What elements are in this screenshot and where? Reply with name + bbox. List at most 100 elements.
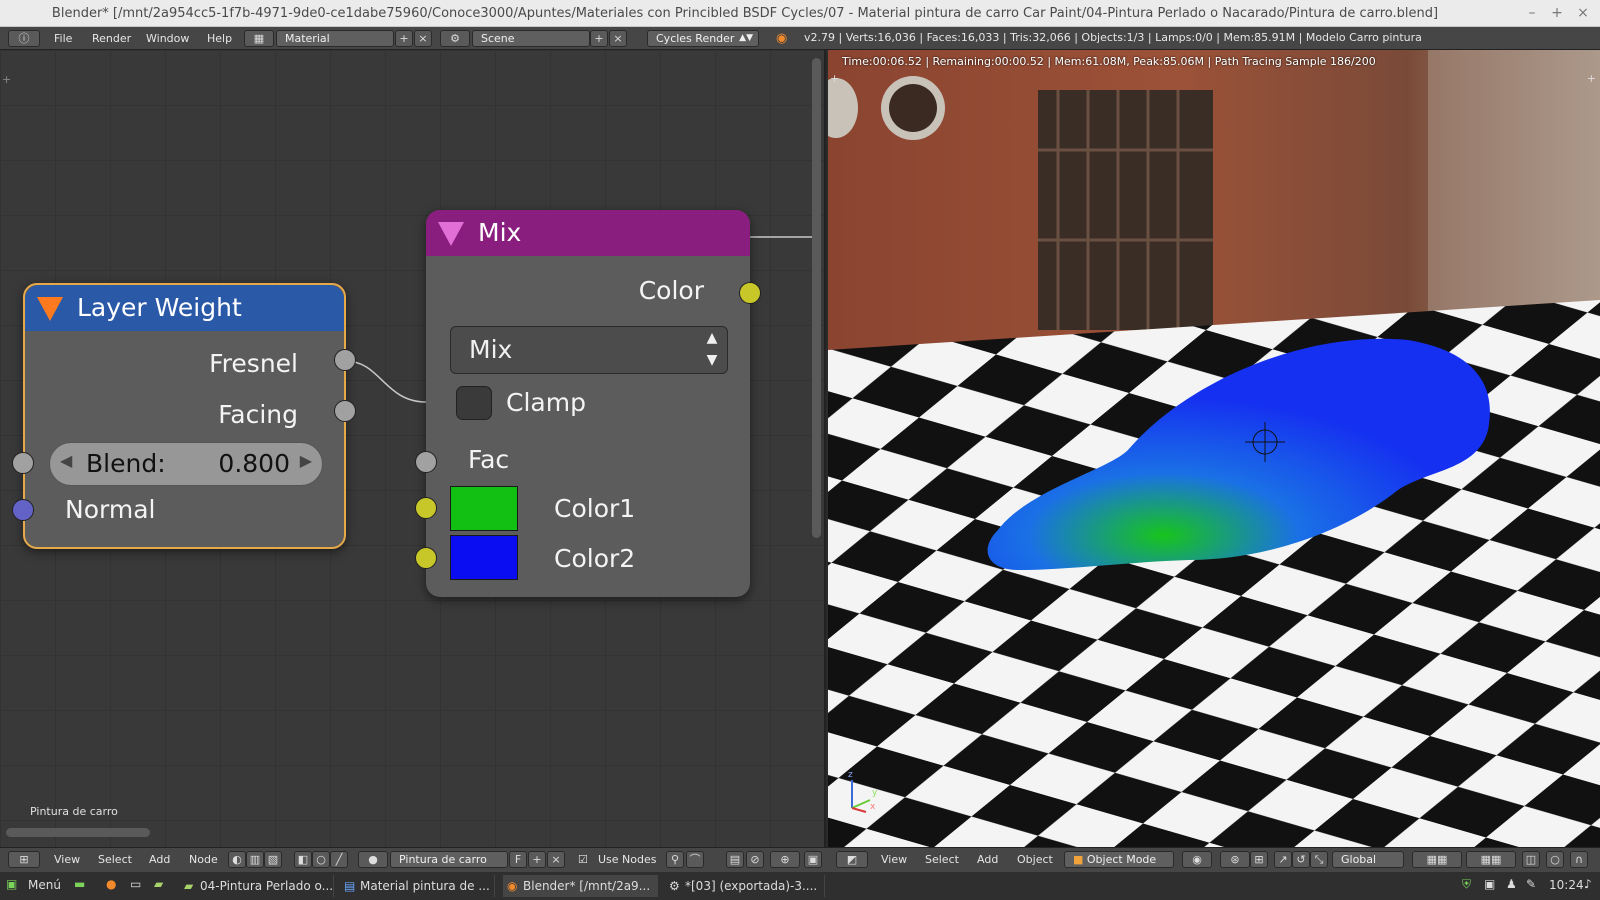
arrow-left-icon[interactable]: ◀ — [60, 451, 72, 470]
mode-select[interactable]: ■ Object Mode — [1064, 851, 1174, 868]
shader-nodes-icon[interactable]: ◐ — [228, 851, 246, 868]
collapse-triangle-icon[interactable] — [438, 222, 464, 246]
texture-nodes-icon[interactable]: ▧ — [264, 851, 282, 868]
task-blender[interactable]: ◉ Blender* [/mnt/2a9... — [503, 875, 658, 897]
rotate-manipulator-icon[interactable]: ↺ — [1292, 851, 1310, 868]
backdrop-icon[interactable]: ⊕ — [770, 851, 800, 868]
user-icon[interactable]: ♟ — [1506, 877, 1517, 891]
menu-render[interactable]: Render — [92, 30, 131, 47]
vertical-scrollbar[interactable] — [812, 58, 821, 538]
delete-screen-icon[interactable]: × — [414, 30, 432, 47]
volume-icon[interactable]: ♪ — [1584, 877, 1592, 891]
region-toggle-icon[interactable]: + — [830, 72, 839, 85]
screen-layout-icon[interactable]: ▦ — [244, 30, 274, 47]
compositing-nodes-icon[interactable]: ▥ — [246, 851, 264, 868]
render-engine-select[interactable]: Cycles Render ▲▼ — [647, 30, 759, 47]
world-shader-icon[interactable]: ○ — [312, 851, 330, 868]
menu-file[interactable]: File — [54, 30, 72, 47]
view3d-menu-view[interactable]: View — [881, 851, 907, 868]
network-icon[interactable]: ▣ — [1484, 877, 1495, 891]
blend-slider[interactable]: ◀ Blend: 0.800 ▶ — [49, 442, 323, 486]
color-output-socket[interactable] — [739, 282, 761, 304]
3d-viewport[interactable]: z y x Time:00:06.52 | Remaining:00:00.52… — [828, 50, 1600, 847]
editor-type-node-icon[interactable]: ⊞ — [8, 851, 40, 868]
fake-user-button[interactable]: F — [509, 851, 527, 868]
horizontal-scrollbar[interactable] — [6, 828, 150, 837]
task-document[interactable]: ▤ Material pintura de ... — [340, 875, 495, 897]
region-toggle-icon[interactable]: + — [2, 73, 11, 86]
translate-manipulator-icon[interactable]: ↗ — [1274, 851, 1292, 868]
node-menu-node[interactable]: Node — [189, 851, 218, 868]
node-editor[interactable]: + Layer Weight Fresnel Facing ◀ Blend: 0… — [0, 50, 826, 847]
fresnel-output-socket[interactable] — [334, 349, 356, 371]
view3d-menu-select[interactable]: Select — [925, 851, 959, 868]
facing-output-socket[interactable] — [334, 400, 356, 422]
maximize-icon[interactable]: + — [1547, 3, 1567, 23]
task-export[interactable]: ⚙ *[03] (exportada)-3.... — [665, 875, 825, 897]
shading-mode-icon[interactable]: ◉ — [1182, 851, 1212, 868]
blend-input-socket[interactable] — [12, 452, 34, 474]
node-menu-view[interactable]: View — [54, 851, 80, 868]
view3d-menu-object[interactable]: Object — [1017, 851, 1053, 868]
add-scene-icon[interactable]: + — [590, 30, 608, 47]
node-menu-add[interactable]: Add — [149, 851, 170, 868]
shield-icon[interactable]: ⛨ — [1462, 877, 1471, 892]
menu-window[interactable]: Window — [146, 30, 189, 47]
manipulator-toggle-icon[interactable]: ⊞ — [1250, 851, 1268, 868]
minimize-icon[interactable]: – — [1522, 3, 1542, 23]
arrow-right-icon[interactable]: ▶ — [300, 451, 312, 470]
object-shader-icon[interactable]: ◧ — [294, 851, 312, 868]
task-folder[interactable]: ▰ 04-Pintura Perlado o... — [180, 875, 334, 897]
snap-target-icon[interactable]: ⌒ — [686, 851, 704, 868]
firefox-icon[interactable]: ● — [106, 877, 116, 891]
mix-header[interactable]: Mix — [426, 210, 750, 256]
scene-field[interactable]: Scene — [472, 30, 590, 47]
unlink-material-icon[interactable]: × — [547, 851, 565, 868]
layers-grid-b[interactable]: ▦▦ — [1466, 851, 1516, 868]
pen-icon[interactable]: ✎ — [1526, 877, 1536, 891]
color2-input-socket[interactable] — [415, 547, 437, 569]
collapse-triangle-icon[interactable] — [37, 297, 63, 321]
pin-icon[interactable]: ▣ — [804, 851, 822, 868]
copy-nodes-icon[interactable]: ▤ — [726, 851, 744, 868]
color2-swatch[interactable] — [450, 535, 518, 580]
layer-weight-header[interactable]: Layer Weight — [25, 285, 344, 331]
render-preview-icon[interactable]: ○ — [1546, 851, 1564, 868]
terminal-icon[interactable]: ▭ — [130, 877, 141, 891]
color1-input-socket[interactable] — [415, 497, 437, 519]
files-icon[interactable]: ▰ — [154, 877, 163, 891]
editor-type-info-icon[interactable]: ⓘ — [8, 30, 40, 47]
region-toggle-icon[interactable]: + — [1587, 72, 1596, 85]
view3d-menu-add[interactable]: Add — [977, 851, 998, 868]
menu-help[interactable]: Help — [207, 30, 232, 47]
material-browse-icon[interactable]: ● — [358, 851, 388, 868]
screen-layout-field[interactable]: Material — [276, 30, 394, 47]
normal-input-socket[interactable] — [12, 499, 34, 521]
layers-grid-a[interactable]: ▦▦ — [1412, 851, 1462, 868]
blend-type-select[interactable]: Mix ▲ ▼ — [450, 326, 728, 374]
fac-input-socket[interactable] — [415, 451, 437, 473]
scene-icon[interactable]: ⚙ — [440, 30, 470, 47]
scale-manipulator-icon[interactable]: ⤡ — [1310, 851, 1328, 868]
pivot-point-icon[interactable]: ⊛ — [1220, 851, 1250, 868]
use-nodes-checkbox-icon[interactable]: ☑ — [578, 851, 588, 868]
lock-layers-icon[interactable]: ◫ — [1522, 851, 1540, 868]
material-field[interactable]: Pintura de carro — [390, 851, 508, 868]
node-menu-select[interactable]: Select — [98, 851, 132, 868]
add-screen-icon[interactable]: + — [395, 30, 413, 47]
delete-scene-icon[interactable]: × — [609, 30, 627, 47]
close-icon[interactable]: × — [1573, 3, 1593, 23]
color1-swatch[interactable] — [450, 486, 518, 531]
mix-node[interactable]: Mix Color Mix ▲ ▼ Clamp Fac Color1 Color2 — [415, 210, 761, 597]
start-menu-label[interactable]: Menú — [28, 878, 61, 892]
linestyle-shader-icon[interactable]: ╱ — [330, 851, 348, 868]
snap-magnet-icon[interactable]: ∩ — [1570, 851, 1588, 868]
orientation-select[interactable]: Global — [1332, 851, 1404, 868]
paste-nodes-icon[interactable]: ⊘ — [746, 851, 764, 868]
mint-menu-icon[interactable]: ▣ — [6, 877, 17, 891]
show-desktop-icon[interactable]: ▬ — [74, 877, 85, 891]
snap-icon[interactable]: ⚲ — [666, 851, 684, 868]
editor-type-3d-icon[interactable]: ◩ — [836, 851, 868, 868]
clamp-checkbox[interactable] — [456, 386, 492, 420]
layer-weight-node[interactable]: Layer Weight Fresnel Facing ◀ Blend: 0.8… — [12, 283, 356, 549]
